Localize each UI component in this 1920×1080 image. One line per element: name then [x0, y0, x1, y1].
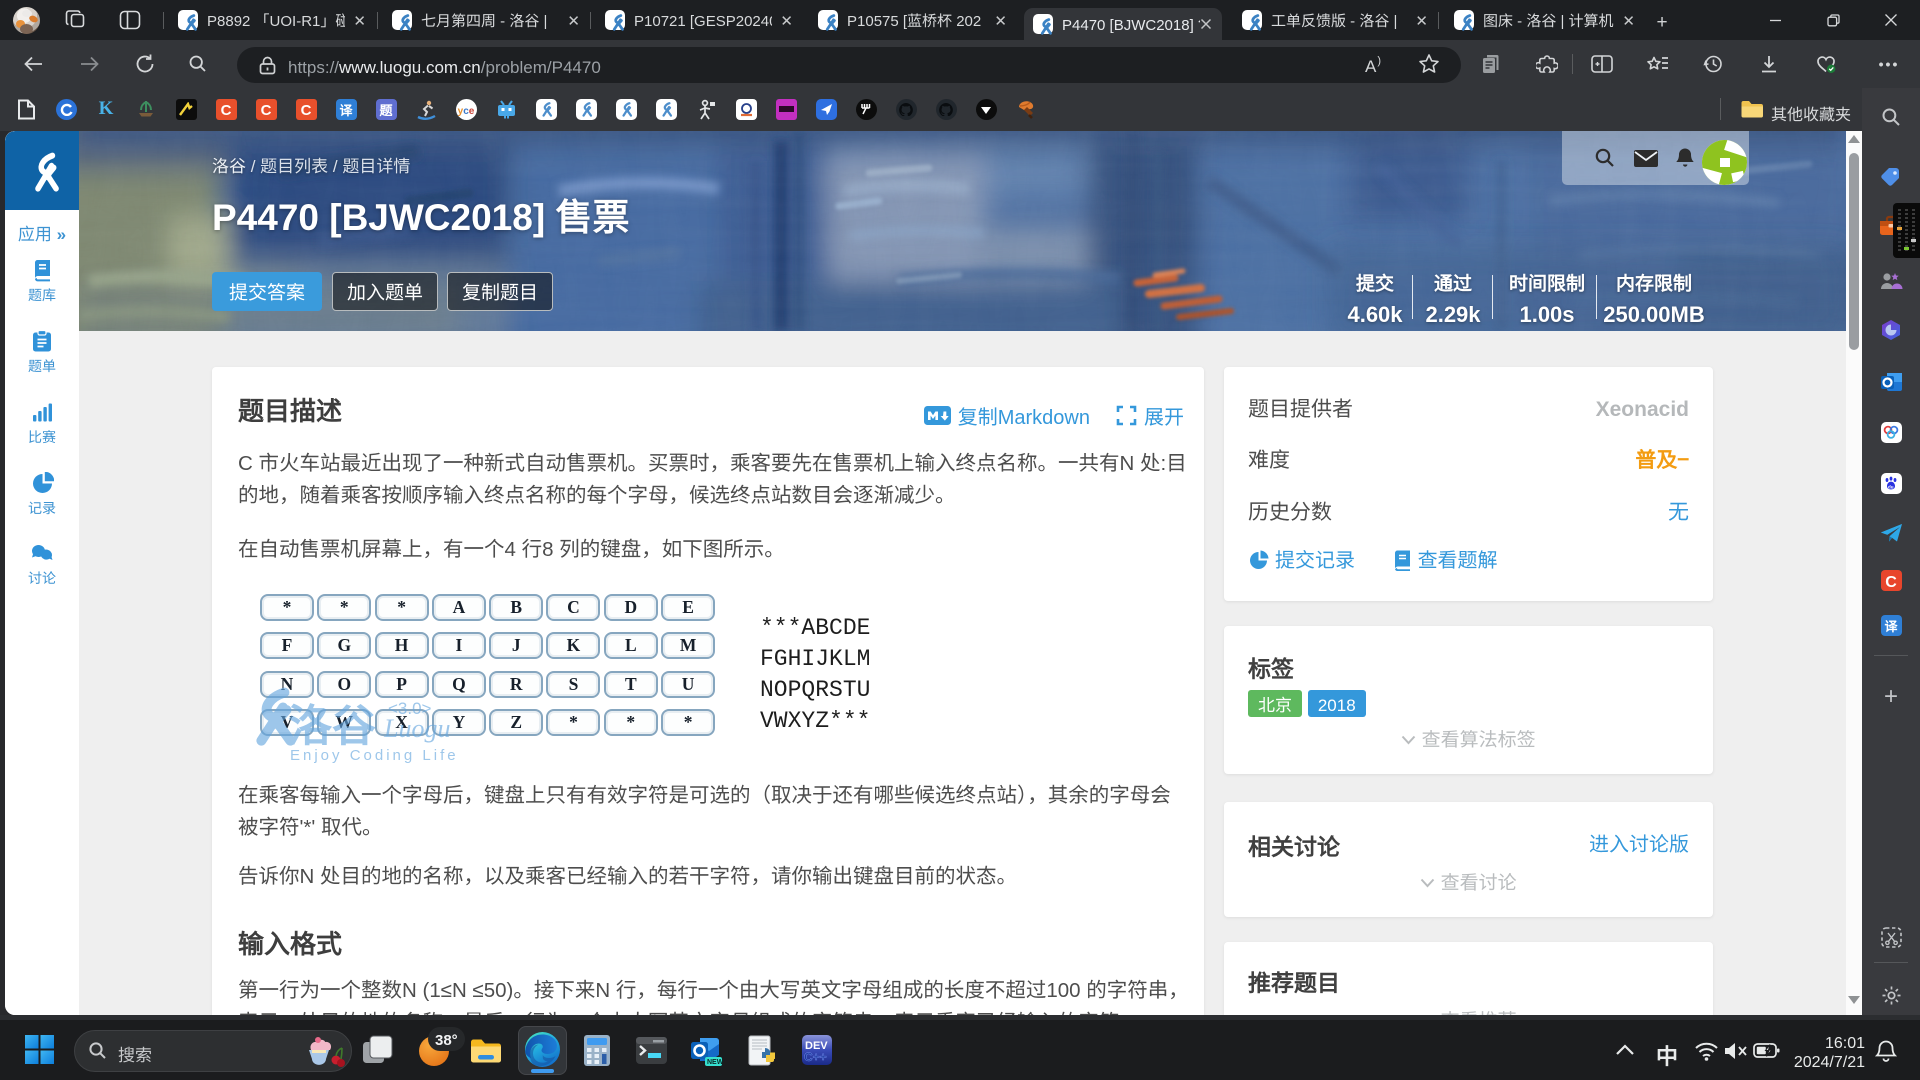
- svg-text:C++: C++: [804, 1050, 827, 1064]
- svg-text:NEW: NEW: [707, 1059, 723, 1066]
- svg-text:du: du: [1888, 484, 1894, 489]
